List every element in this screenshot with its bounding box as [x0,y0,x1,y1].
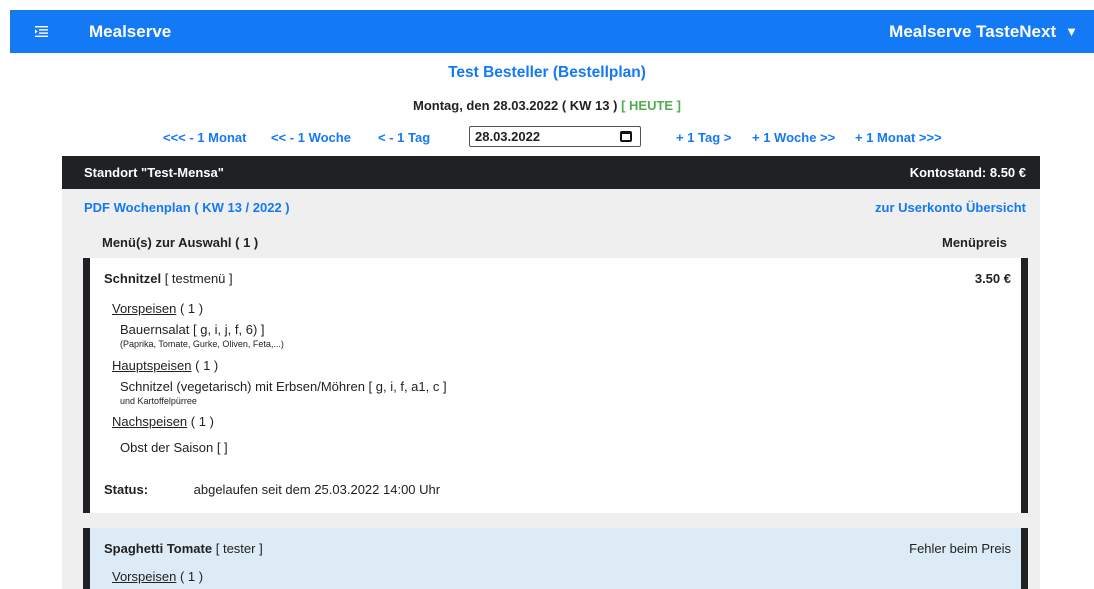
status-value: abgelaufen seit dem 25.03.2022 14:00 Uhr [193,482,441,497]
calendar-icon[interactable] [620,131,632,142]
course-heading-starters: Vorspeisen ( 1 ) [112,301,203,316]
menu-name: Spaghetti Tomate [104,541,213,556]
menu-title: Schnitzel [ testmenü ] [104,271,233,286]
location-name: Standort "Test-Mensa" [84,165,224,180]
menus-column-label: Menü(s) zur Auswahl ( 1 ) [102,235,259,250]
top-navbar: Mealserve Mealserve TasteNext ▼ [10,10,1094,53]
location-panel: Standort "Test-Mensa" Kontostand: 8.50 €… [62,156,1040,589]
dish-name: Obst der Saison [ ] [120,440,228,455]
back-week-link[interactable]: << - 1 Woche [271,130,351,145]
column-header: Menü(s) zur Auswahl ( 1 ) Menüpreis [62,225,1040,260]
account-balance: Kontostand: 8.50 € [909,165,1026,180]
menu-title: Spaghetti Tomate [ tester ] [104,541,263,556]
date-field[interactable]: 28.03.2022 [469,126,641,147]
caret-down-icon: ▼ [1065,24,1078,39]
dish-item: Schnitzel (vegetarisch) mit Erbsen/Möhre… [120,379,447,406]
menu-tag: [ testmenü ] [164,271,233,286]
course-heading-starters: Vorspeisen ( 1 ) [112,569,203,584]
date-line: Montag, den 28.03.2022 ( KW 13 ) [ HEUTE… [0,98,1094,113]
today-link[interactable]: [ HEUTE ] [621,98,681,113]
course-count: ( 1 ) [179,569,204,584]
menu-name: Schnitzel [104,271,162,286]
price-column-label: Menüpreis [941,235,1007,250]
date-field-value: 28.03.2022 [475,129,541,144]
course-label: Vorspeisen [112,301,177,316]
tenant-dropdown[interactable]: Mealserve TasteNext ▼ [889,22,1078,42]
dish-item: Bauernsalat [ g, i, j, f, 6) ] (Paprika,… [120,322,284,349]
current-date: Montag, den 28.03.2022 ( KW 13 ) [412,98,618,113]
order-status: Status: abgelaufen seit dem 25.03.2022 1… [104,482,440,497]
tenant-label: Mealserve TasteNext [889,21,1057,41]
location-header: Standort "Test-Mensa" Kontostand: 8.50 € [62,156,1040,189]
menu-card[interactable]: Schnitzel [ testmenü ] 3.50 € Vorspeisen… [83,258,1028,513]
back-day-link[interactable]: < - 1 Tag [378,130,430,145]
page-title: Test Besteller (Bestellplan) [448,64,646,81]
dish-item: Obst der Saison [ ] [120,440,228,455]
dish-name: Schnitzel (vegetarisch) mit Erbsen/Möhre… [120,379,447,394]
course-heading-mains: Hauptspeisen ( 1 ) [112,358,218,373]
fwd-month-link[interactable]: + 1 Monat >>> [855,130,942,145]
course-count: ( 1 ) [190,414,214,429]
menu-card[interactable]: Spaghetti Tomate [ tester ] Fehler beim … [83,528,1028,589]
menu-tag: [ tester ] [215,541,263,556]
course-label: Vorspeisen [112,569,177,584]
course-label: Hauptspeisen [112,358,192,373]
brand-link[interactable]: Mealserve [89,22,171,42]
course-label: Nachspeisen [112,414,188,429]
status-label: Status: [104,482,149,497]
dish-note: und Kartoffelpürree [120,396,197,406]
course-count: ( 1 ) [195,358,219,373]
dish-name: Bauernsalat [ g, i, j, f, 6) ] [120,322,265,337]
fwd-week-link[interactable]: + 1 Woche >> [752,130,835,145]
menu-list-icon[interactable] [10,10,72,53]
fwd-day-link[interactable]: + 1 Tag > [676,130,731,145]
course-count: ( 1 ) [179,301,204,316]
course-heading-desserts: Nachspeisen ( 1 ) [112,414,214,429]
menu-price-error: Fehler beim Preis [909,541,1011,556]
dish-note: (Paprika, Tomate, Gurke, Oliven, Feta,..… [120,339,284,349]
user-account-link[interactable]: zur Userkonto Übersicht [875,200,1026,215]
back-month-link[interactable]: <<< - 1 Monat [163,130,246,145]
panel-links: PDF Wochenplan ( KW 13 / 2022 ) zur User… [62,189,1040,225]
menu-price: 3.50 € [974,271,1011,286]
pdf-weekplan-link[interactable]: PDF Wochenplan ( KW 13 / 2022 ) [84,200,290,215]
date-navigation: <<< - 1 Monat << - 1 Woche < - 1 Tag 28.… [0,126,1094,150]
navbar-left: Mealserve [10,10,171,53]
